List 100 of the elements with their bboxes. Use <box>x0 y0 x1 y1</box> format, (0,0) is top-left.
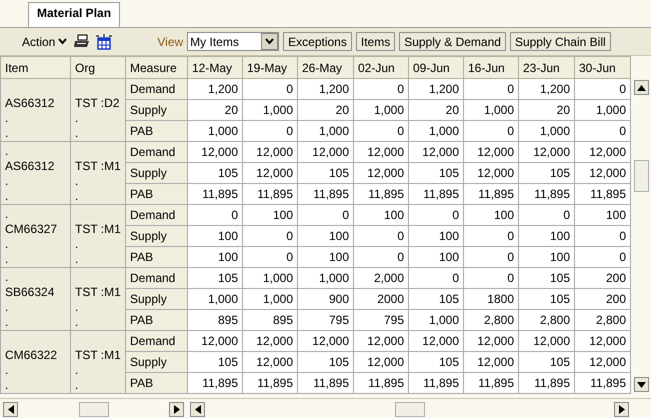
table-cell: 895 <box>188 310 242 330</box>
table-cell: 12,000 <box>574 162 630 184</box>
table-cell: 2,000 <box>354 268 408 288</box>
scroll-right-button[interactable] <box>614 402 629 416</box>
table-cell: 0 <box>354 226 408 246</box>
table-cell: 105 <box>408 162 464 184</box>
table-cell: 0 <box>574 78 630 100</box>
table-cell: 105 <box>298 162 354 184</box>
cell-text: AS66312 <box>5 96 56 111</box>
table-cell: 100 <box>298 226 354 246</box>
chevron-icon <box>265 38 274 45</box>
cell-text: . <box>75 174 80 189</box>
table-cell: 11,895 <box>464 372 518 394</box>
table-cell: 11,895 <box>408 184 464 204</box>
table-cell: 12,000 <box>464 142 518 162</box>
table-cell: 1,000 <box>188 288 242 310</box>
cell-text: AS66312 <box>5 159 56 174</box>
view-dropdown[interactable]: My Items <box>187 32 280 51</box>
table-cell: 0 <box>408 204 464 226</box>
table-cell: 0 <box>188 204 242 226</box>
table-cell: 105 <box>518 288 574 310</box>
scroll-up-button[interactable] <box>634 80 648 95</box>
cell-text: CM66327 <box>5 222 58 237</box>
column-header: Org <box>70 56 126 78</box>
table-cell: 12,000 <box>464 352 518 372</box>
table-cell: 0 <box>354 120 408 142</box>
table-cell: 0 <box>464 78 518 100</box>
row-label: Demand <box>126 268 188 288</box>
table-cell: 100 <box>188 246 242 268</box>
toolbar-button[interactable]: Supply & Demand <box>399 32 506 51</box>
table-cell: 11,895 <box>298 184 354 204</box>
column-header: 26-May <box>298 56 354 78</box>
table-cell: 105 <box>518 162 574 184</box>
table-cell: 20 <box>408 100 464 120</box>
scroll-right-button[interactable] <box>169 402 184 416</box>
table-cell: 12,000 <box>464 330 518 352</box>
table-cell: 12,000 <box>354 330 408 352</box>
table-cell: 0 <box>354 246 408 268</box>
scrollbar-thumb[interactable] <box>394 402 424 416</box>
scroll-left-button[interactable] <box>190 402 205 416</box>
cell-text: . <box>5 207 10 222</box>
table-cell: 1,000 <box>574 100 630 120</box>
calendar-icon[interactable] <box>95 32 114 50</box>
scrollbar-thumb[interactable] <box>78 402 108 416</box>
table-cell: 12,000 <box>242 142 298 162</box>
table-cell: 12,000 <box>188 330 242 352</box>
cell-text: SB66324 <box>5 285 56 300</box>
table-cell: 1,000 <box>242 288 298 310</box>
table-cell: 0 <box>242 78 298 100</box>
action-menu[interactable]: Action <box>20 34 70 48</box>
table-cell: 200 <box>574 288 630 310</box>
table-cell: 12,000 <box>242 352 298 372</box>
cell-text: TST :M1 <box>75 159 121 174</box>
row-label: Demand <box>126 204 188 226</box>
cell-text: . <box>5 363 10 378</box>
cell-text: . <box>75 315 80 330</box>
table-cell: 12,000 <box>354 352 408 372</box>
cell-text: . <box>5 315 10 330</box>
table-cell: 1,000 <box>298 120 354 142</box>
table-cell: 795 <box>298 310 354 330</box>
toolbar-button[interactable]: Supply Chain Bill <box>510 32 611 51</box>
table-cell: 0 <box>354 78 408 100</box>
table-cell: 100 <box>518 226 574 246</box>
cell-text: . <box>5 144 10 159</box>
table-cell: 1,200 <box>408 78 464 100</box>
row-label: PAB <box>126 184 188 204</box>
cell-text: . <box>75 378 80 393</box>
scrollbar-thumb[interactable] <box>634 160 648 192</box>
cell-text: . <box>5 126 10 141</box>
toolbar-button[interactable]: Items <box>356 32 396 51</box>
table-cell: 12,000 <box>518 142 574 162</box>
table-cell: 105 <box>408 288 464 310</box>
table-cell: 1,000 <box>242 100 298 120</box>
scroll-down-button[interactable] <box>634 377 648 392</box>
row-label: Supply <box>126 226 188 246</box>
column-header: 09-Jun <box>408 56 464 78</box>
table-cell: 11,895 <box>574 184 630 204</box>
table-cell: 0 <box>574 226 630 246</box>
cell-text: . <box>5 237 10 252</box>
table-cell: 1800 <box>464 288 518 310</box>
table-cell: 200 <box>574 268 630 288</box>
table-cell: 20 <box>188 100 242 120</box>
table-cell: 12,000 <box>574 142 630 162</box>
cell-text: TST :M1 <box>75 285 121 300</box>
cell-text: . <box>5 378 10 393</box>
column-header: 19-May <box>242 56 298 78</box>
scroll-left-button[interactable] <box>3 402 18 416</box>
row-label: Supply <box>126 162 188 184</box>
column-header: 30-Jun <box>574 56 630 78</box>
table-cell: 2000 <box>354 288 408 310</box>
cell-text: . <box>75 126 80 141</box>
table-cell: 11,895 <box>464 184 518 204</box>
table-cell: 1,000 <box>408 310 464 330</box>
cell-text: . <box>5 174 10 189</box>
toolbar-button[interactable]: Exceptions <box>283 32 352 51</box>
table-cell: 105 <box>298 352 354 372</box>
table-cell: 0 <box>464 268 518 288</box>
tab[interactable]: Material Plan <box>28 2 120 27</box>
table-cell: 12,000 <box>574 352 630 372</box>
cell-text: . <box>75 111 80 126</box>
